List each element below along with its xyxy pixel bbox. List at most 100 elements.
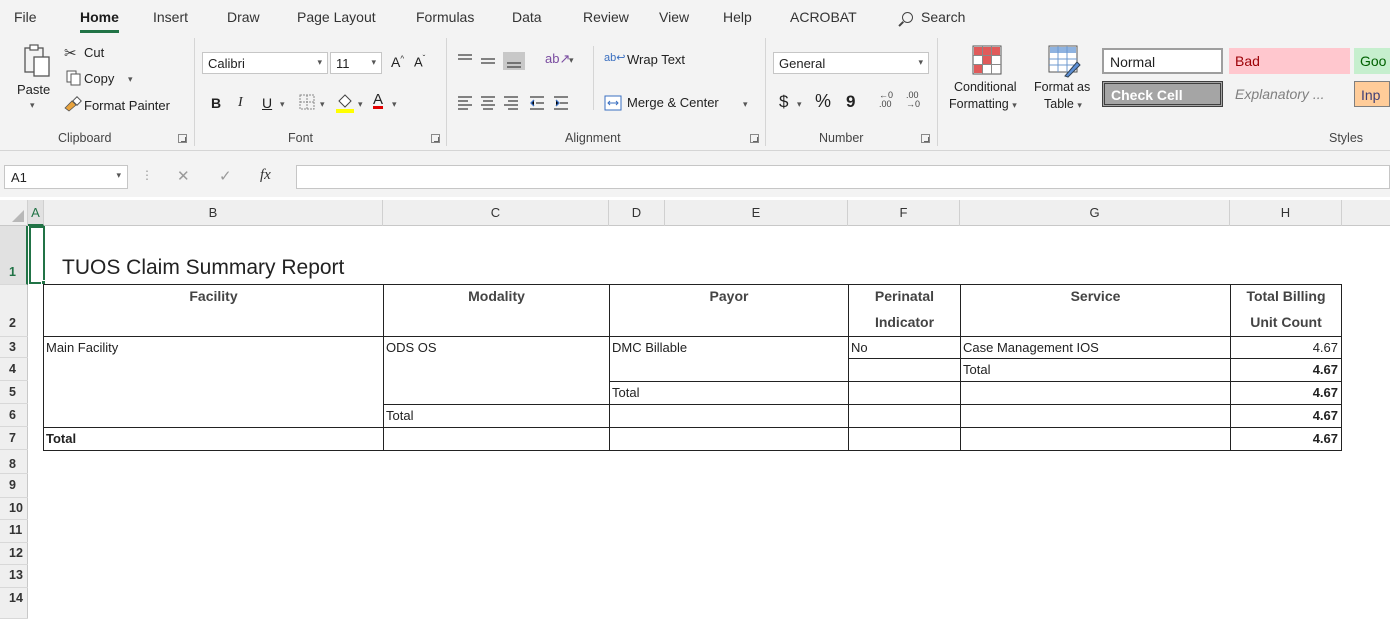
tab-file[interactable]: File	[14, 9, 37, 25]
chevron-down-icon: ▾	[371, 57, 376, 67]
conditional-formatting-button[interactable]: Conditional	[954, 80, 1017, 94]
vertical-align-icons[interactable]	[456, 51, 536, 71]
tab-formulas[interactable]: Formulas	[416, 9, 474, 25]
decrease-decimal-icon[interactable]: .00 →0	[906, 91, 920, 109]
font-dialog-launcher[interactable]	[431, 134, 440, 143]
worksheet-grid[interactable]: TUOS Claim Summary Report Facility Modal…	[28, 226, 1390, 619]
chevron-down-icon: ▾	[918, 57, 923, 67]
style-normal[interactable]: Normal	[1102, 48, 1223, 74]
wrap-text-button[interactable]: Wrap Text	[627, 52, 685, 67]
table-border	[43, 450, 1342, 451]
clipboard-dialog-launcher[interactable]	[178, 134, 187, 143]
borders-icon[interactable]	[298, 93, 316, 111]
select-all-corner[interactable]	[0, 200, 28, 226]
ribbon-tab-bar: File Home Insert Draw Page Layout Formul…	[0, 0, 1390, 34]
increase-font-size-button[interactable]: A^	[391, 54, 404, 70]
style-explanatory[interactable]: Explanatory ...	[1229, 81, 1350, 107]
row-header-9[interactable]: 9	[0, 474, 28, 498]
row-header-13[interactable]: 13	[0, 565, 28, 588]
merge-center-button[interactable]: Merge & Center	[627, 95, 719, 110]
row-header-4[interactable]: 4	[0, 358, 28, 381]
format-painter-button[interactable]: Format Painter	[84, 98, 170, 113]
tab-review[interactable]: Review	[583, 9, 629, 25]
percent-button[interactable]: %	[815, 91, 831, 112]
paste-dropdown-icon[interactable]: ▾	[30, 100, 35, 111]
italic-button[interactable]: I	[238, 95, 243, 111]
formula-input[interactable]	[296, 165, 1390, 189]
font-name-combo[interactable]: Calibri ▾	[202, 52, 328, 74]
fill-color-icon[interactable]	[335, 92, 355, 114]
tab-page-layout[interactable]: Page Layout	[297, 9, 376, 25]
bold-button[interactable]: B	[211, 95, 221, 111]
style-good[interactable]: Goo	[1354, 48, 1390, 74]
column-header-h[interactable]: H	[1230, 200, 1342, 226]
tab-draw[interactable]: Draw	[227, 9, 260, 25]
number-dialog-launcher[interactable]	[921, 134, 930, 143]
copy-button[interactable]: Copy	[84, 71, 114, 86]
currency-dropdown-icon[interactable]: ▾	[797, 99, 802, 110]
underline-button[interactable]: U	[262, 95, 272, 111]
row-header-6[interactable]: 6	[0, 404, 28, 427]
paste-button[interactable]: Paste	[17, 82, 50, 97]
tab-home[interactable]: Home	[80, 9, 119, 33]
row-header-10[interactable]: 10	[0, 498, 28, 520]
header-service: Service	[1070, 288, 1121, 304]
row-header-5[interactable]: 5	[0, 381, 28, 404]
column-header-e[interactable]: E	[665, 200, 848, 226]
style-bad[interactable]: Bad	[1229, 48, 1350, 74]
row-header-11[interactable]: 11	[0, 520, 28, 543]
column-header-g[interactable]: G	[960, 200, 1230, 226]
currency-button[interactable]: $	[779, 92, 788, 112]
comma-style-button[interactable]: 9	[846, 92, 855, 112]
column-header-c[interactable]: C	[383, 200, 609, 226]
tab-view[interactable]: View	[659, 9, 689, 25]
active-cell-a1[interactable]	[29, 226, 45, 284]
row-header-8[interactable]: 8	[0, 450, 28, 474]
alignment-dialog-launcher[interactable]	[750, 134, 759, 143]
more-options-icon: ⋮	[141, 168, 153, 182]
tell-me-search[interactable]: Search	[902, 9, 965, 25]
increase-decimal-icon[interactable]: ←0.00	[879, 91, 893, 109]
style-check-cell[interactable]: Check Cell	[1102, 81, 1223, 107]
column-header-d[interactable]: D	[609, 200, 665, 226]
borders-dropdown-icon[interactable]: ▾	[320, 99, 325, 110]
orientation-dropdown-icon[interactable]: ▾	[569, 55, 574, 66]
cell-modality: ODS OS	[386, 340, 437, 355]
row-header-1[interactable]: 1	[0, 226, 28, 285]
number-format-combo[interactable]: General ▾	[773, 52, 929, 74]
fill-color-dropdown-icon[interactable]: ▾	[358, 99, 363, 110]
cut-button[interactable]: Cut	[84, 45, 104, 60]
cell-perinatal: No	[851, 340, 868, 355]
table-border	[1341, 284, 1342, 451]
format-as-table-button[interactable]: Format as	[1034, 80, 1090, 94]
merge-dropdown-icon[interactable]: ▾	[743, 99, 748, 110]
row-header-7[interactable]: 7	[0, 427, 28, 450]
cancel-icon[interactable]: ✕	[177, 167, 190, 185]
style-input[interactable]: Inp	[1354, 81, 1390, 107]
copy-dropdown-icon[interactable]: ▾	[128, 74, 133, 85]
row-header-2[interactable]: 2	[0, 285, 28, 337]
font-size-combo[interactable]: 11 ▾	[330, 52, 382, 74]
row-header-12[interactable]: 12	[0, 543, 28, 565]
font-color-dropdown-icon[interactable]: ▾	[392, 99, 397, 110]
tab-help[interactable]: Help	[723, 9, 752, 25]
tab-insert[interactable]: Insert	[153, 9, 188, 25]
number-format-value: General	[779, 56, 826, 71]
enter-check-icon[interactable]: ✓	[219, 167, 232, 185]
decrease-font-size-button[interactable]: Aˇ	[414, 54, 425, 69]
column-header-f[interactable]: F	[848, 200, 960, 226]
column-header-b[interactable]: B	[44, 200, 383, 226]
tab-acrobat[interactable]: ACROBAT	[790, 9, 857, 25]
row-header-3[interactable]: 3	[0, 337, 28, 358]
group-divider	[194, 38, 195, 146]
orientation-icon[interactable]: ab↗	[545, 51, 570, 67]
underline-dropdown-icon[interactable]: ▾	[280, 99, 285, 110]
font-color-button[interactable]: A	[373, 91, 383, 108]
insert-function-button[interactable]: fx	[260, 167, 271, 184]
paste-icon[interactable]	[22, 43, 52, 79]
column-header-a[interactable]: A	[28, 200, 44, 226]
tab-data[interactable]: Data	[512, 9, 542, 25]
row-header-14[interactable]: 14	[0, 588, 28, 619]
horizontal-align-icons[interactable]	[456, 94, 576, 112]
name-box[interactable]: A1 ▾	[4, 165, 128, 189]
